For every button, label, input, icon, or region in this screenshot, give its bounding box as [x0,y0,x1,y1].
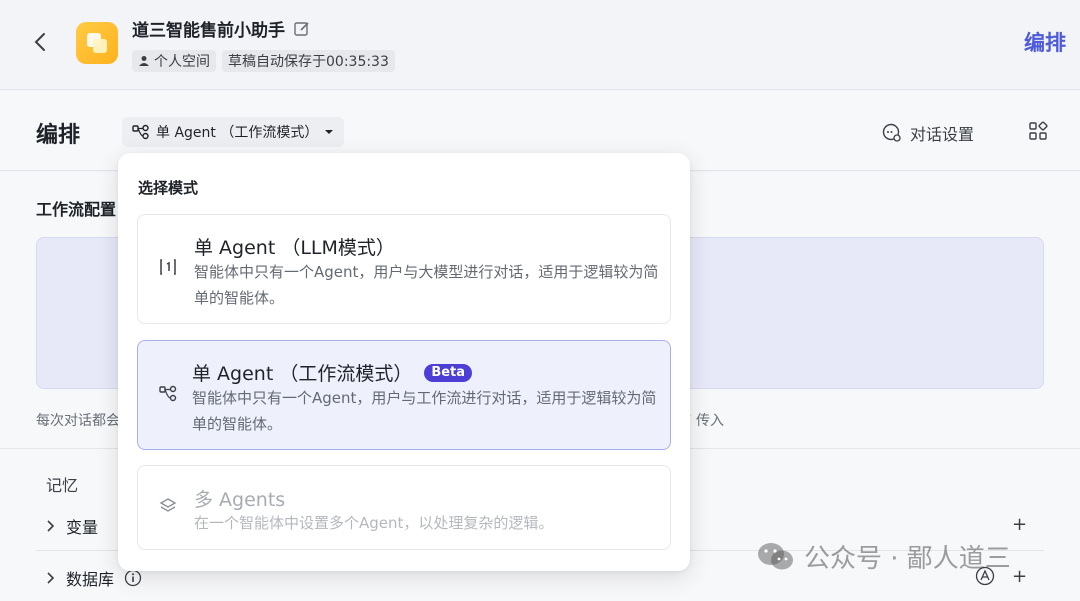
space-label: 个人空间 [154,54,210,70]
database-label: 数据库 [66,570,115,589]
info-icon[interactable] [124,569,142,587]
mode-option-workflow-desc: 智能体中只有一个Agent，用户与工作流进行对话，适用于逻辑较为简单的智能体。 [192,389,657,433]
mode-option-llm-desc: 智能体中只有一个Agent，用户与大模型进行对话，适用于逻辑较为简单的智能体。 [194,263,659,307]
variables-row[interactable]: 变量 [46,514,98,538]
mode-option-multi-label: 多 Agents [194,489,286,511]
popup-title: 选择模式 [138,179,199,197]
dialog-settings-label: 对话设置 [910,125,975,144]
mode-option-workflow[interactable]: 单 Agent （工作流模式） Beta 智能体中只有一个Agent，用户与工作… [137,340,671,450]
chat-settings-icon [882,123,901,142]
mode-select-label: 单 Agent （工作流模式） [156,125,319,141]
workflow-mode-icon [159,385,177,402]
mode-option-llm-label: 单 Agent （LLM模式） [194,237,395,259]
memory-label: 记忆 [46,476,79,495]
mode-option-multi-name: 多 Agents [194,485,285,512]
mode-option-llm-name: 单 Agent （LLM模式） [194,233,395,260]
mode-select-popup: 选择模式 单 Agent （LLM模式） 智能体中只有一个Agent，用户与大模… [118,153,690,571]
app-title-row: 道三智能售前小助手 [132,16,311,41]
back-button[interactable] [28,30,52,54]
space-chip: 个人空间 [132,50,216,72]
mode-option-multi-agents: 多 Agents 在一个智能体中设置多个Agent，以处理复杂的逻辑。 [137,465,671,550]
mode-option-llm[interactable]: 单 Agent （LLM模式） 智能体中只有一个Agent，用户与大模型进行对话… [137,214,671,324]
caret-down-icon [325,130,334,134]
watermark: 公众号 · 鄙人道三 [756,538,1011,575]
dialog-settings-button[interactable]: 对话设置 [882,121,974,145]
multi-agents-icon [159,498,177,512]
autosave-chip: 草稿自动保存于00:35:33 [222,50,395,72]
mode-select[interactable]: 单 Agent （工作流模式） [122,117,345,147]
wechat-icon [758,542,793,569]
add-database-button[interactable]: + [1012,566,1027,587]
workflow-mode-icon [132,124,149,140]
beta-badge: Beta [424,363,473,382]
arrange-tab[interactable]: 编排 [1024,27,1066,57]
chevron-right-icon [47,572,55,584]
auto-icon [975,566,995,586]
workflow-note-left: 每次对话都会 [36,413,120,429]
app-meta: 个人空间 草稿自动保存于00:35:33 [132,50,395,72]
autosave-label: 草稿自动保存于00:35:33 [228,54,389,70]
toolbar-title: 编排 [36,123,81,148]
mode-option-workflow-name: 单 Agent （工作流模式） Beta [192,359,473,386]
mode-option-workflow-label: 单 Agent （工作流模式） [192,363,413,385]
app-logo [76,22,118,64]
edit-icon[interactable] [293,20,311,38]
app-logo-icon [87,33,107,53]
llm-mode-icon [160,259,176,275]
chevron-right-icon [47,520,55,532]
top-header: 道三智能售前小助手 个人空间 草稿自动保存于00:35:33 编排 [0,0,1080,90]
user-icon [139,56,149,66]
mode-option-multi-desc: 在一个智能体中设置多个Agent，以处理复杂的逻辑。 [194,514,554,532]
app-title: 道三智能售前小助手 [132,21,285,41]
variables-label: 变量 [66,518,99,537]
add-variable-button[interactable]: + [1012,514,1027,535]
chevron-left-icon [34,33,45,51]
layout-grid-icon[interactable] [1028,121,1048,141]
workflow-config-title: 工作流配置 [36,200,117,219]
